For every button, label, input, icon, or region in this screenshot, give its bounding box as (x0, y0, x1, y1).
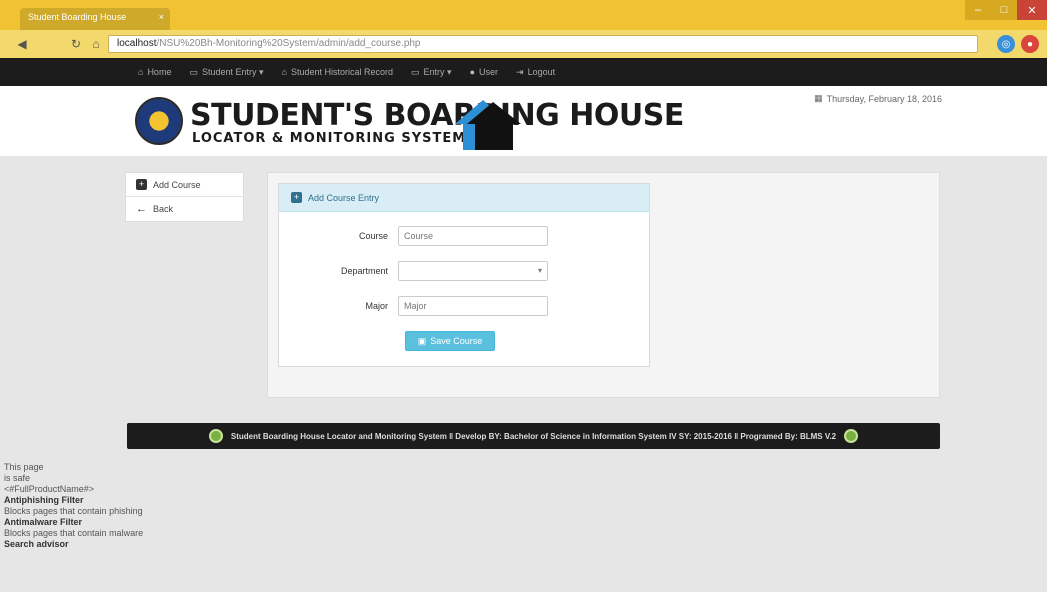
antiphishing-desc: Blocks pages that contain phishing (4, 506, 143, 516)
save-icon: ▣ (417, 335, 427, 346)
brand-subtitle: LOCATOR & MONITORING SYSTEM (192, 131, 467, 146)
address-bar[interactable]: localhost/NSU%20Bh-Monitoring%20System/a… (108, 35, 978, 53)
course-input[interactable] (398, 226, 548, 246)
maximize-icon[interactable]: □ (991, 0, 1017, 20)
panel-heading: + Add Course Entry (279, 184, 649, 212)
sidebar-item-back[interactable]: ← Back (126, 197, 243, 221)
home-icon[interactable]: ⌂ (88, 36, 104, 52)
url-path: /NSU%20Bh-Monitoring%20System/admin/add_… (156, 38, 421, 49)
nav-home[interactable]: ⌂ Home (138, 67, 171, 77)
house-logo-icon (455, 100, 521, 150)
nav-user[interactable]: ● User (470, 67, 498, 77)
nav-entry[interactable]: ▭ Entry ▾ (411, 67, 452, 78)
footer-text: Student Boarding House Locator and Monit… (230, 431, 837, 441)
department-label: Department (340, 266, 388, 276)
current-date: ▦ Thursday, February 18, 2016 (814, 93, 942, 104)
product-name: <#FullProductName#> (4, 484, 95, 494)
home-icon: ⌂ (281, 67, 287, 77)
extension-icon[interactable]: ◎ (997, 35, 1015, 53)
circle-icon (844, 429, 859, 443)
url-host: localhost (117, 38, 157, 49)
plus-square-icon: + (291, 192, 302, 203)
circle-icon (208, 429, 223, 443)
department-select[interactable]: ▾ (398, 261, 548, 281)
sidebar-menu: + Add Course ← Back (125, 172, 244, 222)
safe-line-2: is safe (4, 473, 31, 483)
sidebar-item-add-course[interactable]: + Add Course (126, 173, 243, 197)
folder-icon: ▭ (189, 66, 198, 77)
browser-tab[interactable]: Student Boarding House × (20, 8, 170, 30)
app-navbar: ⌂ Home ▭ Student Entry ▾ ⌂ Student Historic… (0, 58, 1047, 86)
course-row: Course (278, 226, 548, 246)
antimalware-desc: Blocks pages that contain malware (4, 528, 144, 538)
antimalware-title: Antimalware Filter (4, 517, 83, 527)
search-advisor-title: Search advisor (4, 539, 69, 549)
plus-square-icon: + (136, 179, 147, 190)
folder-icon: ▭ (411, 66, 420, 77)
extension-icons: ◎ ● (997, 35, 1039, 53)
course-label: Course (358, 231, 388, 241)
shield-icon[interactable]: ● (1021, 35, 1039, 53)
reload-icon[interactable]: ↻ (68, 36, 84, 52)
minimize-icon[interactable]: – (965, 0, 991, 20)
major-input[interactable] (398, 296, 548, 316)
school-seal-logo (135, 97, 183, 145)
chevron-down-icon: ▾ (537, 266, 542, 275)
calendar-icon: ▦ (814, 93, 823, 103)
window-controls: – □ ✕ (965, 0, 1047, 22)
major-row: Major (278, 296, 548, 316)
brand-title: STUDENT'S BOARDING HOUSE (190, 98, 684, 133)
safe-line-1: This page (4, 462, 44, 472)
tab-title: Student Boarding House (28, 12, 127, 22)
page-footer: Student Boarding House Locator and Monit… (127, 423, 940, 449)
back-arrow-icon[interactable]: ◀ (14, 36, 30, 52)
nav-logout[interactable]: ⇥ Logout (516, 67, 555, 78)
home-icon: ⌂ (138, 67, 144, 77)
department-row: Department ▾ (278, 261, 548, 281)
user-icon: ● (469, 67, 475, 77)
major-label: Major (365, 301, 388, 311)
nav-student-historical-record[interactable]: ⌂ Student Historical Record (282, 67, 393, 77)
arrow-left-icon: ← (136, 203, 147, 215)
save-course-button[interactable]: ▣ Save Course (405, 331, 495, 351)
antiphishing-title: Antiphishing Filter (4, 495, 84, 505)
logout-icon: ⇥ (516, 66, 524, 77)
nav-student-entry[interactable]: ▭ Student Entry ▾ (189, 67, 263, 78)
tab-close-icon[interactable]: × (159, 12, 164, 22)
close-window-icon[interactable]: ✕ (1017, 0, 1047, 20)
security-extension-panel: This page is safe <#FullProductName#> An… (4, 462, 224, 550)
